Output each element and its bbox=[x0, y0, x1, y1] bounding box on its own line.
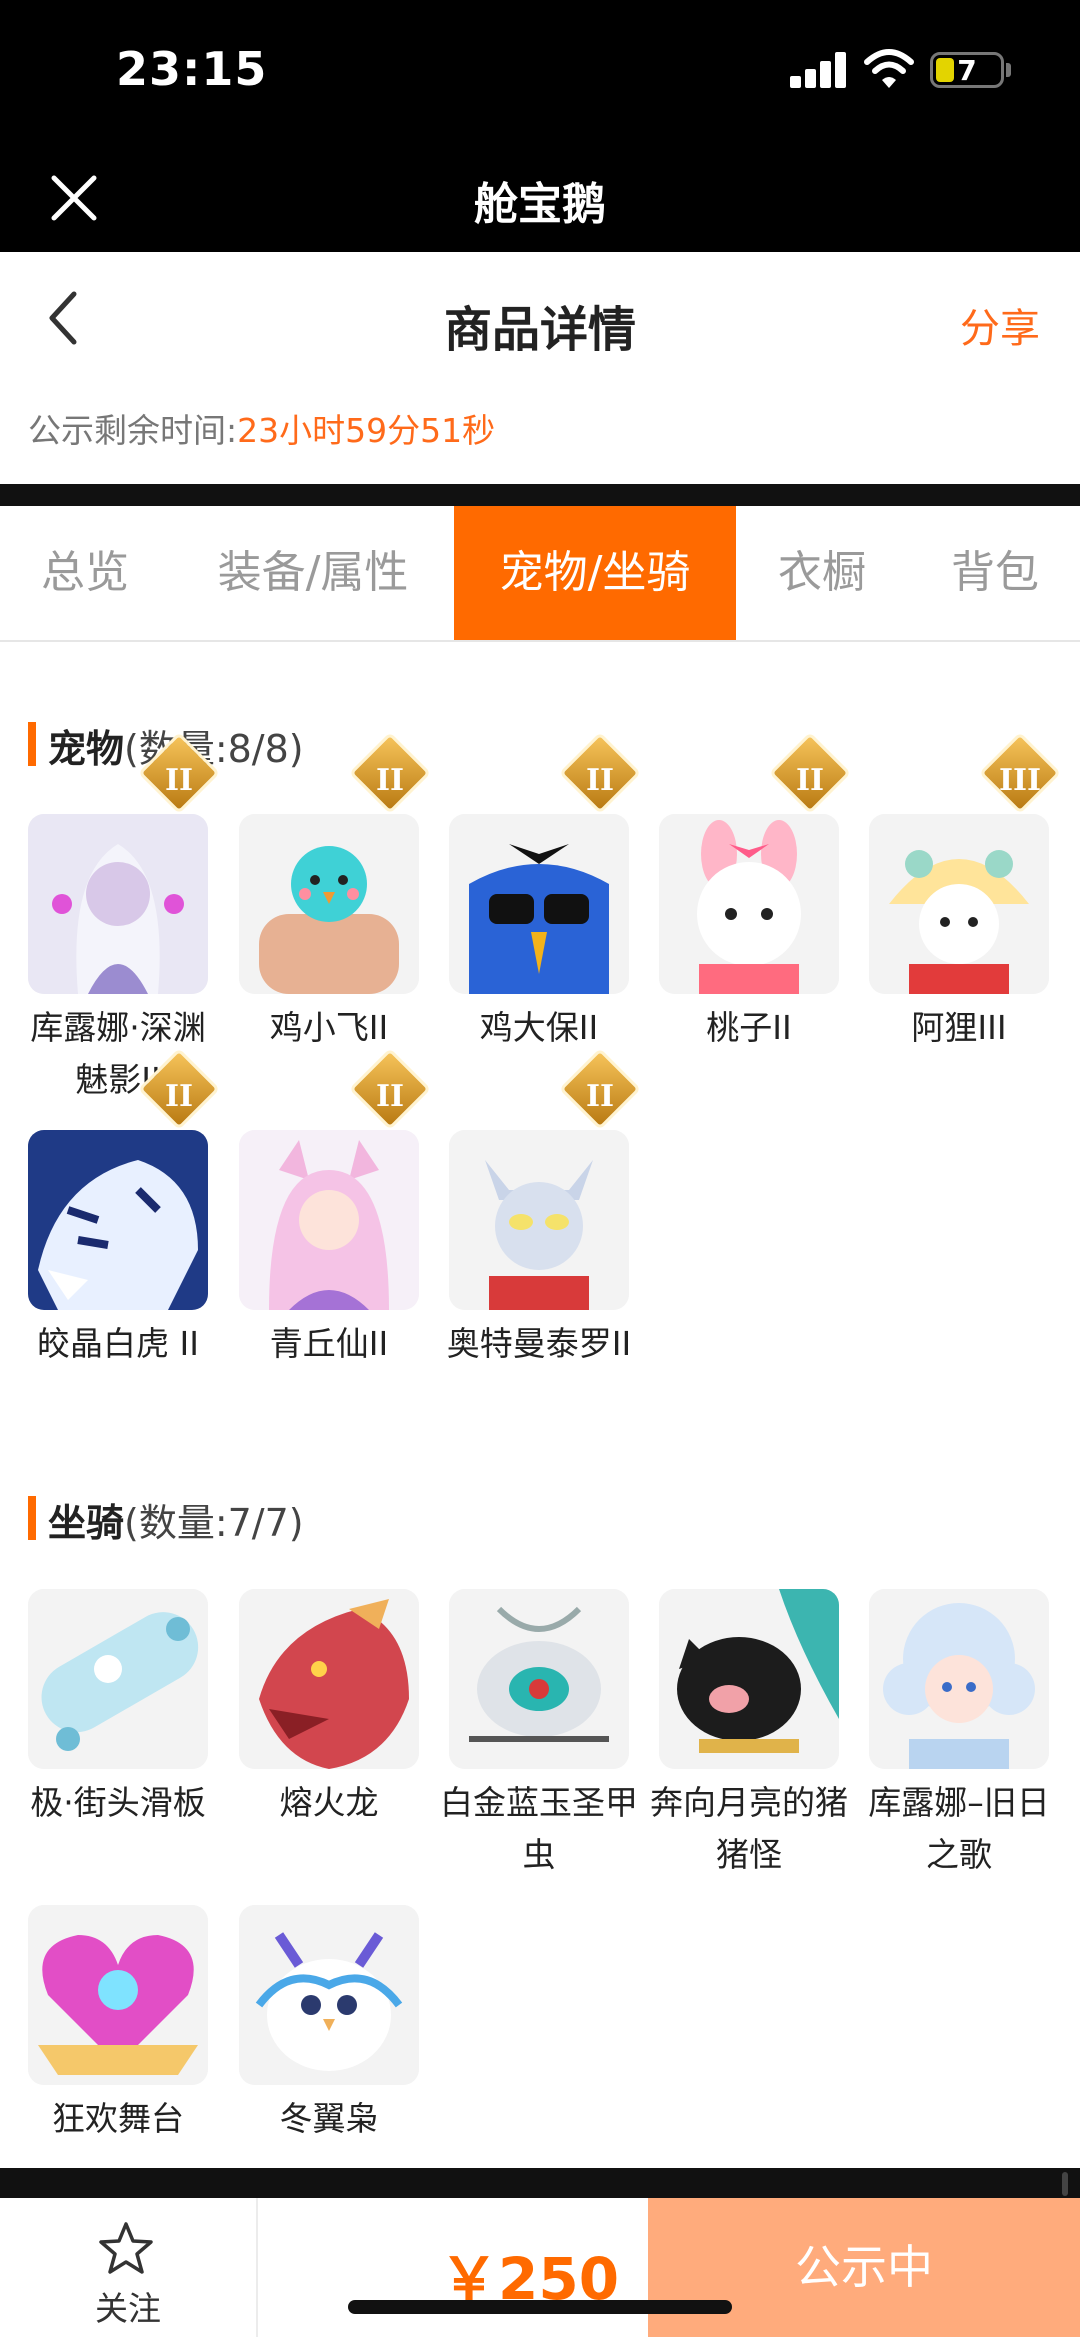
tier-badge-label: II bbox=[585, 1079, 615, 1114]
tier-badge-label: II bbox=[164, 1079, 194, 1114]
timer-value: 23小时59分51秒 bbox=[237, 411, 496, 450]
tab-wardrobe[interactable]: 衣橱 bbox=[760, 506, 884, 640]
pet-blue-chick-icon bbox=[239, 814, 419, 994]
tab-pets-mounts[interactable]: 宠物/坐骑 bbox=[454, 506, 736, 640]
pet-name: 鸡小飞II bbox=[269, 1008, 389, 1047]
page-title: 商品详情 bbox=[443, 302, 636, 358]
mounts-section-count: (数量:7/7) bbox=[124, 1501, 304, 1545]
home-indicator[interactable] bbox=[348, 2300, 732, 2314]
tab-bar: 总览 装备/属性 宠物/坐骑 衣橱 背包 bbox=[0, 506, 1080, 642]
divider bbox=[0, 484, 1080, 506]
pet-white-tiger-icon bbox=[28, 1130, 208, 1310]
tier-badge-label: II bbox=[375, 1079, 405, 1114]
mount-beetle-icon bbox=[449, 1589, 629, 1769]
tab-overview[interactable]: 总览 bbox=[20, 506, 150, 640]
battery-level: 7 bbox=[957, 54, 977, 87]
publicity-status-button[interactable]: 公示中 bbox=[648, 2198, 1080, 2337]
status-time: 23:15 bbox=[116, 42, 268, 96]
follow-label: 关注 bbox=[95, 2289, 161, 2328]
wifi-icon bbox=[864, 49, 914, 88]
battery-icon: 7 bbox=[930, 52, 1004, 88]
star-icon bbox=[99, 2222, 153, 2274]
pet-lion-hat-icon bbox=[869, 814, 1049, 994]
pet-fox-fairy-icon bbox=[239, 1130, 419, 1310]
follow-button[interactable]: 关注 bbox=[0, 2198, 258, 2337]
pet-name: 鸡大保II bbox=[479, 1008, 599, 1047]
tab-backpack[interactable]: 背包 bbox=[930, 506, 1060, 640]
app-header: 舱宝鹅 bbox=[0, 148, 1080, 252]
mount-name: 库露娜–旧日之歌 bbox=[868, 1783, 1050, 1874]
mount-curly-girl-icon bbox=[869, 1589, 1049, 1769]
mount-name: 极·街头滑板 bbox=[30, 1783, 206, 1822]
mount-name: 冬翼枭 bbox=[279, 2099, 379, 2138]
mount-name: 白金蓝玉圣甲虫 bbox=[440, 1783, 638, 1874]
pet-name: 阿狸III bbox=[911, 1008, 1007, 1047]
section-accent-bar bbox=[28, 722, 36, 766]
mounts-section-header: 坐骑 (数量:7/7) bbox=[28, 1492, 528, 1545]
mount-name: 狂欢舞台 bbox=[52, 2099, 184, 2138]
status-bar: 23:15 7 bbox=[0, 0, 1080, 148]
pet-pink-bunny-icon bbox=[659, 814, 839, 994]
mount-red-dragon-icon bbox=[239, 1589, 419, 1769]
mount-black-pig-icon bbox=[659, 1589, 839, 1769]
pet-name: 皎晶白虎 II bbox=[37, 1324, 199, 1363]
scrollbar bbox=[1062, 2172, 1068, 2196]
mounts-section-title: 坐骑 bbox=[48, 1501, 125, 1545]
tier-badge-label: II bbox=[164, 763, 194, 798]
tier-badge-label: III bbox=[998, 763, 1042, 798]
tier-badge-label: II bbox=[795, 763, 825, 798]
pet-name: 青丘仙II bbox=[269, 1324, 389, 1363]
bottom-divider bbox=[0, 2168, 1080, 2198]
bottom-action-bar: 关注 ￥250 公示中 bbox=[0, 2198, 1080, 2337]
pet-name: 桃子II bbox=[706, 1008, 792, 1047]
mount-heart-stage-icon bbox=[28, 1905, 208, 2085]
pets-section-header: 宠物 (数量:8/8) bbox=[28, 718, 528, 771]
pets-section-title: 宠物 bbox=[48, 727, 125, 771]
pet-name: 奥特曼泰罗II bbox=[446, 1324, 632, 1363]
battery-tip bbox=[1006, 63, 1011, 77]
mount-snow-owl-icon bbox=[239, 1905, 419, 2085]
pet-ultraman-taro-icon bbox=[449, 1130, 629, 1310]
product-detail-page: 商品详情 分享 公示剩余时间:23小时59分51秒 总览 装备/属性 宠物/坐骑… bbox=[0, 252, 1080, 2337]
mount-name: 奔向月亮的猪猪怪 bbox=[650, 1783, 848, 1874]
timer-label: 公示剩余时间: bbox=[28, 411, 238, 450]
tier-badge-label: II bbox=[585, 763, 615, 798]
tab-equipment[interactable]: 装备/属性 bbox=[200, 506, 426, 640]
publicity-timer: 公示剩余时间:23小时59分51秒 bbox=[28, 404, 495, 452]
tier-badge-label: II bbox=[375, 763, 405, 798]
share-button[interactable]: 分享 bbox=[960, 296, 1040, 354]
pet-white-hair-girl-icon bbox=[28, 814, 208, 994]
app-title: 舱宝鹅 bbox=[474, 179, 606, 230]
mount-skateboard-icon bbox=[28, 1589, 208, 1769]
pet-blue-bird-sunglasses-icon bbox=[449, 814, 629, 994]
section-accent-bar bbox=[28, 1496, 36, 1540]
mount-name: 熔火龙 bbox=[279, 1783, 379, 1822]
signal-icon bbox=[790, 52, 846, 88]
nav-bar: 商品详情 分享 bbox=[0, 252, 1080, 382]
